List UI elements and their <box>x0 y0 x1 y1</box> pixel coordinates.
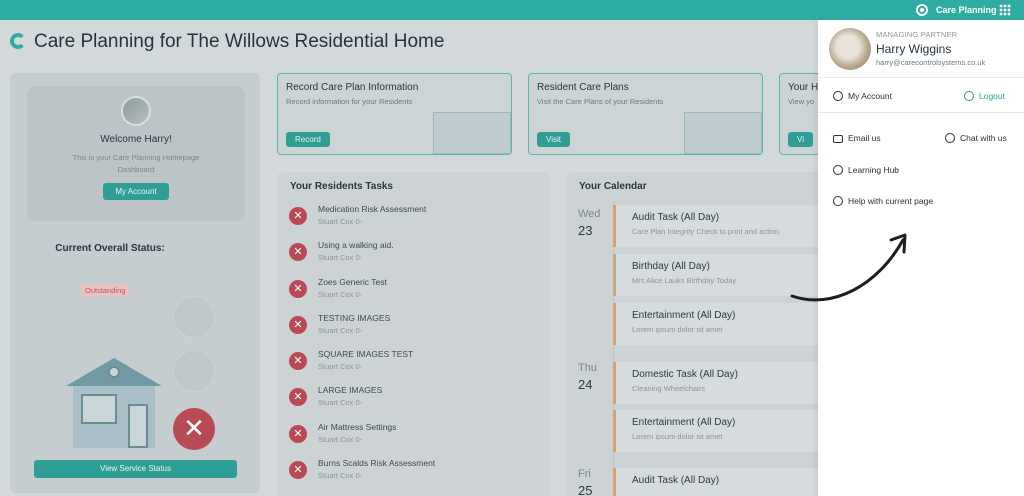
calendar-event[interactable]: Entertainment (All Day) Lorem ipsum dolor… <box>613 410 823 452</box>
incomplete-icon: ✕ <box>289 280 307 298</box>
overall-status-label: Current Overall Status: <box>55 243 165 254</box>
user-icon <box>833 91 843 101</box>
status-badge: Outstanding <box>81 284 130 297</box>
app-switcher-label[interactable]: Care Planning <box>936 5 997 15</box>
cross-status-icon: ✕ <box>173 408 215 450</box>
residents-tasks-panel: Your Residents Tasks ✕ Medication Risk As… <box>277 172 550 496</box>
welcome-title: Welcome Harry! <box>100 134 172 145</box>
envelope-icon <box>833 135 843 143</box>
avatar <box>121 96 151 126</box>
calendar-date: 24 <box>578 377 593 392</box>
phone-icon <box>945 133 955 143</box>
calendar-day: Fri <box>578 468 591 480</box>
calendar-day: Thu <box>578 362 597 374</box>
calendar-date: 23 <box>578 223 593 238</box>
incomplete-icon: ✕ <box>289 461 307 479</box>
calendar-event[interactable]: Audit Task (All Day) <box>613 468 823 496</box>
incomplete-icon: ✕ <box>289 352 307 370</box>
calendar-title: Your Calendar <box>579 181 647 192</box>
tasks-title: Your Residents Tasks <box>290 181 393 192</box>
chat-link[interactable]: Chat with us <box>945 133 1007 143</box>
card-illustration <box>433 112 511 154</box>
incomplete-icon: ✕ <box>289 316 307 334</box>
check-status-icon <box>173 296 215 338</box>
record-button[interactable]: Record <box>286 132 330 147</box>
welcome-subtitle: This is your Care Planning Homepage Dash… <box>72 153 200 174</box>
logout-icon <box>964 91 974 101</box>
pointer-arrow-icon <box>790 233 907 302</box>
my-account-button[interactable]: My Account <box>103 183 169 200</box>
top-bar: Care Planning <box>0 0 1024 20</box>
card-title: Resident Care Plans <box>537 82 629 93</box>
card-illustration <box>684 112 762 154</box>
welcome-card: Welcome Harry! This is your Care Plannin… <box>27 86 245 221</box>
view-service-status-button[interactable]: View Service Status <box>34 460 237 478</box>
learning-hub-link[interactable]: Learning Hub <box>833 165 899 175</box>
graduation-cap-icon <box>833 165 843 175</box>
incomplete-icon: ✕ <box>289 425 307 443</box>
user-name: Harry Wiggins <box>876 42 952 56</box>
incomplete-icon: ✕ <box>289 243 307 261</box>
calendar-day: Wed <box>578 208 601 220</box>
calendar-panel: Your Calendar Wed 23 Thu 24 Fri 25 Audit… <box>566 172 826 496</box>
help-link[interactable]: Help with current page <box>833 196 933 206</box>
card-title: Record Care Plan Information <box>286 82 419 93</box>
calendar-event[interactable]: Entertainment (All Day) Lorem ipsum dolor… <box>613 303 823 345</box>
bell-status-icon <box>173 350 215 392</box>
help-icon <box>833 196 843 206</box>
card-description: Visit the Care Plans of your Residents <box>537 97 664 106</box>
page-title-text: Care Planning for The Willows Residentia… <box>34 31 445 52</box>
care-control-logo-icon <box>10 33 26 49</box>
page-title: Care Planning for The Willows Residentia… <box>10 31 444 53</box>
gear-icon[interactable] <box>916 4 928 16</box>
calendar-event[interactable]: Domestic Task (All Day) Cleaning Wheelcha… <box>613 362 823 404</box>
email-us-link[interactable]: Email us <box>833 133 881 143</box>
calendar-date: 25 <box>578 483 593 496</box>
record-care-plan-card[interactable]: Record Care Plan Information Record info… <box>277 73 512 155</box>
house-illustration <box>66 358 162 448</box>
resident-care-plans-card[interactable]: Resident Care Plans Visit the Care Plans… <box>528 73 763 155</box>
user-email: harry@carecontrolsystems.co.uk <box>876 58 986 67</box>
user-role: MANAGING PARTNER <box>876 30 958 39</box>
my-account-link[interactable]: My Account <box>833 91 892 101</box>
card-description: Record information for your Residents <box>286 97 413 106</box>
card-button[interactable]: Vi <box>788 132 813 147</box>
incomplete-icon: ✕ <box>289 388 307 406</box>
visit-button[interactable]: Visit <box>537 132 570 147</box>
profile-avatar <box>829 28 871 70</box>
incomplete-icon: ✕ <box>289 207 307 225</box>
logout-link[interactable]: Logout <box>964 91 1005 101</box>
apps-grid-icon[interactable] <box>999 4 1011 16</box>
